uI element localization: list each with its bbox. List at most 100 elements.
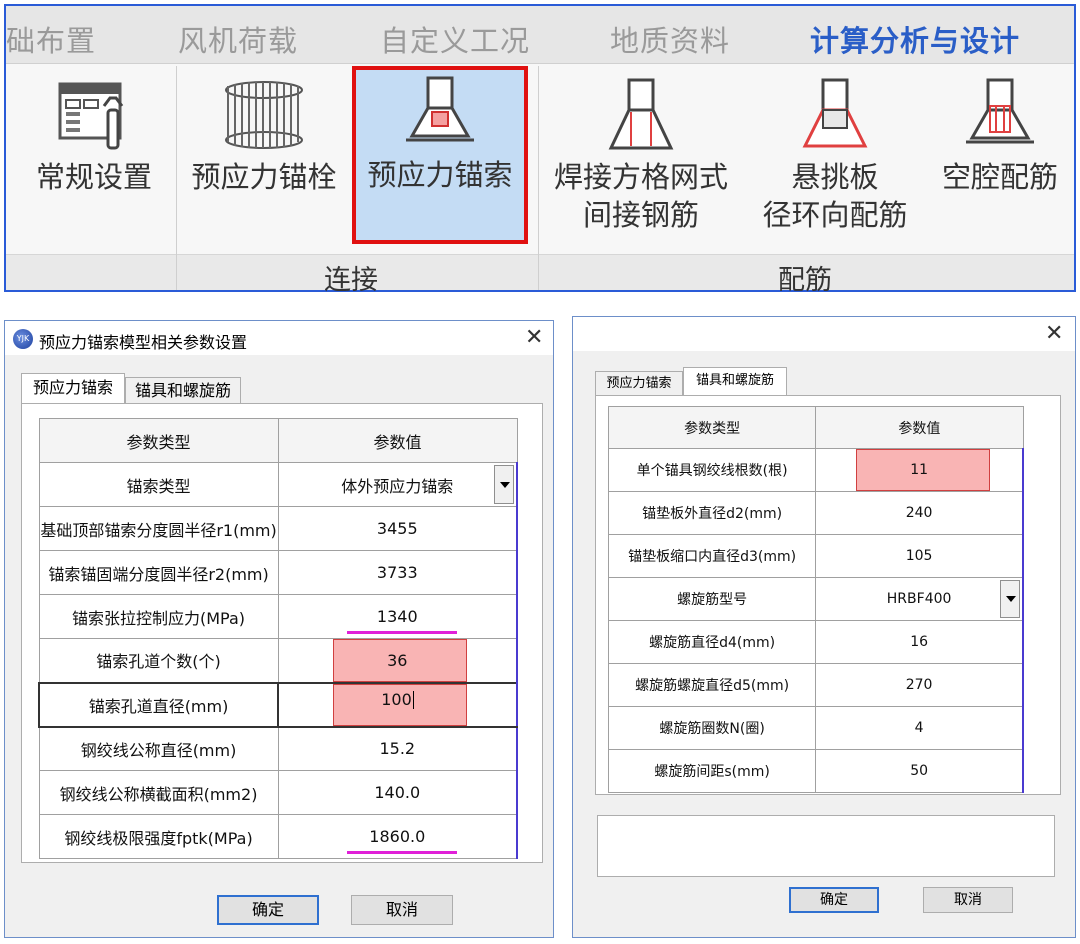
app-logo-icon: YJK xyxy=(13,329,33,349)
tab-anchorage-spiral[interactable]: 锚具和螺旋筋 xyxy=(683,367,787,395)
param-value-cell[interactable]: 50 xyxy=(815,749,1025,793)
anchor-cable-params-dialog: YJK 预应力锚索模型相关参数设置 ✕ 预应力锚索 锚具和螺旋筋 参数类型 参数值… xyxy=(4,320,554,938)
general-settings-button[interactable]: 常规设置 xyxy=(14,70,174,250)
tab-custom-load-case[interactable]: 自定义工况 xyxy=(380,18,530,60)
tab-page-anchor-cable: 参数类型 参数值 锚索类型 体外预应力锚索 基础顶部锚索分度圆半径r1(mm) 3455 锚… xyxy=(21,403,543,863)
param-value-cell[interactable]: 36 xyxy=(277,638,518,683)
prestressed-anchor-bolt-label: 预应力锚栓 xyxy=(191,160,337,194)
cavity-rebar-icon xyxy=(966,78,1034,144)
param-value: 体外预应力锚索 xyxy=(341,476,454,496)
cancel-button[interactable]: 取消 xyxy=(923,887,1013,913)
tab-wind-turbine-load[interactable]: 风机荷载 xyxy=(178,18,298,60)
close-icon[interactable]: ✕ xyxy=(525,325,543,350)
settings-window-wrench-icon xyxy=(58,82,124,150)
table-row: 螺旋筋间距s(mm) 50 xyxy=(607,749,1025,793)
cantilever-plate-label-line1: 悬挑板 xyxy=(791,160,879,194)
param-value-cell[interactable]: 1340 xyxy=(277,594,518,639)
param-table: 参数类型 参数值 单个锚具钢绞线根数(根) 11 锚垫板外直径d2(mm) 240 锚垫板缩… xyxy=(607,406,1025,793)
param-value-cell[interactable]: 4 xyxy=(815,706,1025,750)
cancel-button[interactable]: 取消 xyxy=(351,895,453,925)
param-value-cell[interactable]: 140.0 xyxy=(277,770,518,815)
param-value-select[interactable]: HRBF400 xyxy=(815,577,1025,621)
param-label: 基础顶部锚索分度圆半径r1(mm) xyxy=(38,506,279,551)
table-row: 钢绞线公称直径(mm) 15.2 xyxy=(38,726,518,771)
table-row: 锚索孔道直径(mm) 100 xyxy=(37,681,518,728)
welded-mesh-indirect-rebar-button[interactable]: 焊接方格网式 间接钢筋 xyxy=(546,70,736,250)
param-label: 锚索孔道直径(mm) xyxy=(37,681,280,728)
close-icon[interactable]: ✕ xyxy=(1045,321,1063,346)
param-value-cell[interactable]: 240 xyxy=(815,491,1025,535)
welded-mesh-rebar-icon xyxy=(608,78,674,150)
param-value-cell[interactable]: 105 xyxy=(815,534,1025,578)
anchor-bolt-cage-icon xyxy=(225,81,303,149)
param-label: 钢绞线公称横截面积(mm2) xyxy=(38,770,279,815)
group-divider xyxy=(538,66,539,290)
value-underline xyxy=(346,631,457,634)
cantilever-plate-rebar-button[interactable]: 悬挑板 径环向配筋 xyxy=(750,70,920,250)
text-cursor xyxy=(412,691,414,709)
param-label: 锚垫板外直径d2(mm) xyxy=(607,491,817,535)
param-label: 锚索张拉控制应力(MPa) xyxy=(38,594,279,639)
ribbon-toolbar: 础布置 风机荷载 自定义工况 地质资料 计算分析与设计 常规设置 预应力锚栓 预… xyxy=(4,4,1076,296)
param-value-cell[interactable]: 11 xyxy=(815,448,1025,492)
tab-geological-data[interactable]: 地质资料 xyxy=(610,18,730,60)
ok-button[interactable]: 确定 xyxy=(789,887,879,913)
table-row: 螺旋筋型号 HRBF400 xyxy=(607,577,1025,621)
anchor-cable-icon xyxy=(406,76,474,142)
dialog-titlebar: ✕ xyxy=(573,317,1075,351)
chevron-down-icon[interactable] xyxy=(494,465,514,504)
group-label-reinforcement: 配筋 xyxy=(778,265,832,296)
table-row: 锚垫板缩口内直径d3(mm) 105 xyxy=(607,534,1025,578)
anchorage-spiral-dialog: ✕ 预应力锚索 锚具和螺旋筋 参数类型 参数值 单个锚具钢绞线根数(根) 11 锚垫板外… xyxy=(572,316,1076,938)
header-param-value: 参数值 xyxy=(815,406,1024,449)
chevron-down-icon[interactable] xyxy=(1000,580,1020,618)
param-value: 270 xyxy=(905,677,933,693)
param-label: 螺旋筋型号 xyxy=(607,577,817,621)
param-value-select[interactable]: 体外预应力锚索 xyxy=(277,462,518,507)
param-value-cell[interactable]: 270 xyxy=(815,663,1025,707)
table-row: 螺旋筋螺旋直径d5(mm) 270 xyxy=(607,663,1025,707)
param-label: 锚垫板缩口内直径d3(mm) xyxy=(607,534,817,578)
prestressed-anchor-cable-button[interactable]: 预应力锚索 xyxy=(352,66,528,244)
param-label: 钢绞线极限强度fptk(MPa) xyxy=(38,814,279,859)
tab-anchorage-spiral[interactable]: 锚具和螺旋筋 xyxy=(125,377,241,403)
table-row: 钢绞线极限强度fptk(MPa) 1860.0 xyxy=(38,814,518,859)
message-box xyxy=(597,815,1055,877)
tab-anchor-cable[interactable]: 预应力锚索 xyxy=(21,373,125,403)
param-value-cell[interactable]: 100 xyxy=(277,681,518,728)
header-param-type: 参数类型 xyxy=(607,406,817,449)
table-row: 单个锚具钢绞线根数(根) 11 xyxy=(607,448,1025,492)
param-value-cell[interactable]: 1860.0 xyxy=(277,814,518,859)
param-value: 140.0 xyxy=(374,783,421,802)
welded-mesh-label-line2: 间接钢筋 xyxy=(582,198,699,232)
param-label: 锚索类型 xyxy=(38,462,279,507)
param-value: 50 xyxy=(910,763,929,779)
cavity-rebar-button[interactable]: 空腔配筋 xyxy=(930,70,1070,250)
param-value-cell[interactable]: 3455 xyxy=(277,506,518,551)
tab-anchor-cable[interactable]: 预应力锚索 xyxy=(595,371,683,395)
tab-foundation-layout[interactable]: 础布置 xyxy=(6,18,96,60)
param-value-cell[interactable]: 3733 xyxy=(277,550,518,595)
param-label: 螺旋筋直径d4(mm) xyxy=(607,620,817,664)
ribbon-tab-bar: 础布置 风机荷载 自定义工况 地质资料 计算分析与设计 xyxy=(6,6,1074,64)
param-value: 4 xyxy=(914,720,924,736)
param-label: 单个锚具钢绞线根数(根) xyxy=(607,448,817,492)
param-label: 锚索孔道个数(个) xyxy=(38,638,279,683)
param-label: 螺旋筋间距s(mm) xyxy=(607,749,817,793)
param-value: 15.2 xyxy=(379,739,416,759)
param-value: 36 xyxy=(387,650,408,670)
prestressed-anchor-cable-label: 预应力锚索 xyxy=(367,158,513,192)
param-value: 240 xyxy=(905,505,933,521)
tab-analysis-design[interactable]: 计算分析与设计 xyxy=(810,18,1020,60)
table-row: 钢绞线公称横截面积(mm2) 140.0 xyxy=(38,770,518,815)
prestressed-anchor-bolt-button[interactable]: 预应力锚栓 xyxy=(182,70,346,250)
welded-mesh-label-line1: 焊接方格网式 xyxy=(553,160,728,194)
param-value-cell[interactable]: 16 xyxy=(815,620,1025,664)
param-value-cell[interactable]: 15.2 xyxy=(277,726,518,771)
cantilever-plate-label-line2: 径环向配筋 xyxy=(762,198,908,232)
ok-button[interactable]: 确定 xyxy=(217,895,319,925)
group-divider xyxy=(176,66,177,290)
param-value: 3455 xyxy=(376,519,418,538)
param-value: 16 xyxy=(910,634,929,650)
param-label: 螺旋筋圈数N(圈) xyxy=(607,706,817,750)
